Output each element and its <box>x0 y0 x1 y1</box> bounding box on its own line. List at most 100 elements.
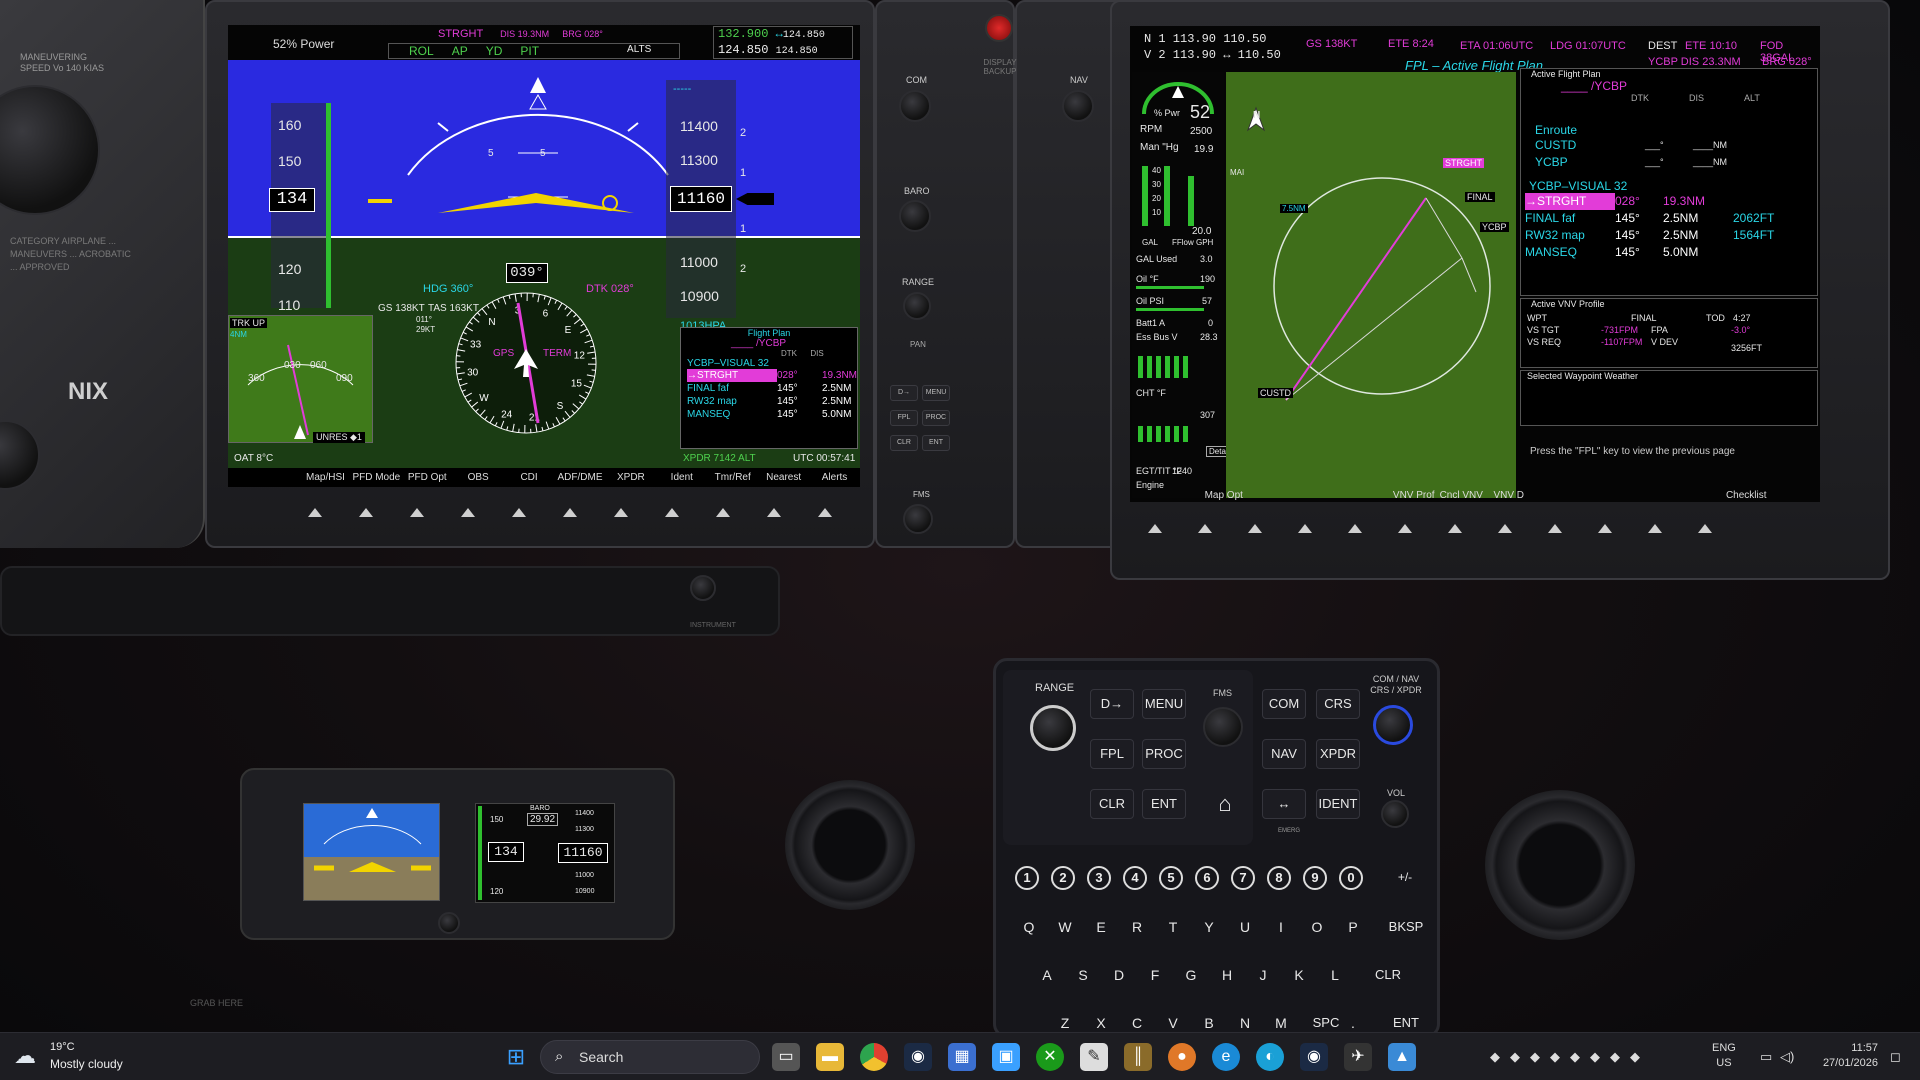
keypad-xpdr-button[interactable]: XPDR <box>1316 739 1360 769</box>
notepad-icon[interactable]: ✎ <box>1080 1043 1108 1071</box>
softkey-button[interactable] <box>1298 524 1312 533</box>
keypad-nav-button[interactable]: NAV <box>1262 739 1306 769</box>
keypad-key[interactable]: 5 <box>1159 866 1183 890</box>
softkey-button[interactable] <box>664 508 679 517</box>
nav-knob[interactable] <box>1062 90 1094 122</box>
keypad-key[interactable]: CLR <box>1366 962 1410 988</box>
keypad-key[interactable]: Y <box>1196 914 1222 940</box>
instrument-knob[interactable] <box>690 575 716 601</box>
standby-knob[interactable] <box>438 912 460 934</box>
app-blue-icon[interactable]: ◐ <box>1256 1043 1284 1071</box>
keypad-ent-button[interactable]: ENT <box>1142 789 1186 819</box>
keypad-fms-knob[interactable] <box>1203 707 1243 747</box>
lang-label[interactable]: ENG US <box>1712 1041 1736 1071</box>
file-explorer-icon[interactable]: ▬ <box>816 1043 844 1071</box>
volume-icon[interactable]: ◁) <box>1780 1049 1794 1065</box>
display-backup-button[interactable] <box>985 14 1013 42</box>
afp-row[interactable]: FINAL faf 145° 2.5NM 2062FT <box>1525 210 1817 227</box>
keypad-key[interactable]: V <box>1160 1010 1186 1032</box>
keypad-ident-button[interactable]: IDENT <box>1316 789 1360 819</box>
app-orange-icon[interactable]: ● <box>1168 1043 1196 1071</box>
keypad-key[interactable]: H <box>1214 962 1240 988</box>
keypad-key[interactable]: 0 <box>1339 866 1363 890</box>
softkey-button[interactable] <box>1148 524 1162 533</box>
library-icon[interactable]: ║ <box>1124 1043 1152 1071</box>
keypad-key[interactable]: W <box>1052 914 1078 940</box>
center-proc-button[interactable]: PROC <box>922 410 950 426</box>
keypad-key[interactable]: B <box>1196 1010 1222 1032</box>
softkey-button[interactable] <box>1348 524 1362 533</box>
keypad-key[interactable]: 2 <box>1051 866 1075 890</box>
afp-enroute-row[interactable]: YCBP ___° ____NM <box>1535 154 1817 171</box>
fms-knob[interactable] <box>903 504 933 534</box>
softkey-button[interactable] <box>1398 524 1412 533</box>
softkey-button[interactable] <box>410 508 425 517</box>
softkey-button[interactable] <box>817 508 832 517</box>
keypad-key[interactable]: E <box>1088 914 1114 940</box>
clock[interactable]: 11:57 27/01/2026 <box>1812 1041 1878 1071</box>
keypad-key[interactable]: BKSP <box>1384 914 1428 940</box>
keypad-key[interactable]: 9 <box>1303 866 1327 890</box>
keypad-proc-button[interactable]: PROC <box>1142 739 1186 769</box>
task-view-icon[interactable]: ▭ <box>772 1043 800 1071</box>
keypad-swap-button[interactable]: ↔ <box>1262 789 1306 819</box>
keypad-range-knob[interactable] <box>1030 705 1076 751</box>
steam-icon[interactable]: ◉ <box>904 1043 932 1071</box>
image-app-icon[interactable]: ▲ <box>1388 1043 1416 1071</box>
keypad-key[interactable]: N <box>1232 1010 1258 1032</box>
keypad-key[interactable]: 6 <box>1195 866 1219 890</box>
softkey-button[interactable] <box>1598 524 1612 533</box>
softkey-button[interactable] <box>359 508 374 517</box>
keypad-key[interactable]: 7 <box>1231 866 1255 890</box>
center-menu-button[interactable]: MENU <box>922 385 950 401</box>
keypad-key[interactable]: X <box>1088 1010 1114 1032</box>
keypad-key[interactable]: I <box>1268 914 1294 940</box>
softkey-button[interactable] <box>562 508 577 517</box>
keypad-com-button[interactable]: COM <box>1262 689 1306 719</box>
center-ent-button[interactable]: ENT <box>922 435 950 451</box>
softkey-button[interactable] <box>512 508 527 517</box>
tray-icons[interactable]: ◆◆◆◆◆◆◆◆ <box>1490 1049 1650 1065</box>
afp-enroute-row[interactable]: CUSTD ___° ____NM <box>1535 137 1817 154</box>
keypad-key[interactable]: 3 <box>1087 866 1111 890</box>
keypad-key[interactable]: O <box>1304 914 1330 940</box>
keypad-key[interactable]: A <box>1034 962 1060 988</box>
keypad-key[interactable]: K <box>1286 962 1312 988</box>
keypad-com-nav-knob[interactable] <box>1373 705 1413 745</box>
softkey-button[interactable] <box>1498 524 1512 533</box>
keypad-key[interactable]: T <box>1160 914 1186 940</box>
softkey-button[interactable] <box>461 508 476 517</box>
photos-icon[interactable]: ▣ <box>992 1043 1020 1071</box>
softkey-button[interactable] <box>613 508 628 517</box>
keypad-key[interactable]: U <box>1232 914 1258 940</box>
keypad-clr-button[interactable]: CLR <box>1090 789 1134 819</box>
chrome-icon[interactable] <box>860 1043 888 1071</box>
calculator-icon[interactable]: ▦ <box>948 1043 976 1071</box>
aircraft-app-icon[interactable]: ✈ <box>1344 1043 1372 1071</box>
keypad-key[interactable]: +/- <box>1388 864 1422 890</box>
softkey-button[interactable] <box>715 508 730 517</box>
afp-row[interactable]: RW32 map 145° 2.5NM 1564FT <box>1525 227 1817 244</box>
keypad-key[interactable]: R <box>1124 914 1150 940</box>
keypad-key[interactable]: 8 <box>1267 866 1291 890</box>
keypad-key[interactable]: P <box>1340 914 1366 940</box>
afp-row[interactable]: MANSEQ 145° 5.0NM <box>1525 244 1817 261</box>
keypad-fpl-button[interactable]: FPL <box>1090 739 1134 769</box>
range-knob[interactable] <box>903 292 931 320</box>
center-fpl-button[interactable]: FPL <box>890 410 918 426</box>
center-clr-button[interactable]: CLR <box>890 435 918 451</box>
keypad-key[interactable]: D <box>1106 962 1132 988</box>
keypad-key[interactable]: F <box>1142 962 1168 988</box>
edge-icon[interactable]: e <box>1212 1043 1240 1071</box>
steam-2-icon[interactable]: ◉ <box>1300 1043 1328 1071</box>
network-icon[interactable]: ▭ <box>1760 1049 1772 1065</box>
xbox-icon[interactable]: ✕ <box>1036 1043 1064 1071</box>
windows-start-icon[interactable]: ⊞ <box>502 1043 530 1071</box>
softkey-button[interactable] <box>1548 524 1562 533</box>
notification-icon[interactable]: ◻ <box>1890 1049 1901 1065</box>
com-knob[interactable] <box>899 90 931 122</box>
keypad-key[interactable]: Q <box>1016 914 1042 940</box>
air-vent-right[interactable] <box>1485 790 1635 940</box>
afp-row[interactable]: →STRGHT 028° 19.3NM <box>1525 193 1817 210</box>
keypad-key[interactable]: J <box>1250 962 1276 988</box>
